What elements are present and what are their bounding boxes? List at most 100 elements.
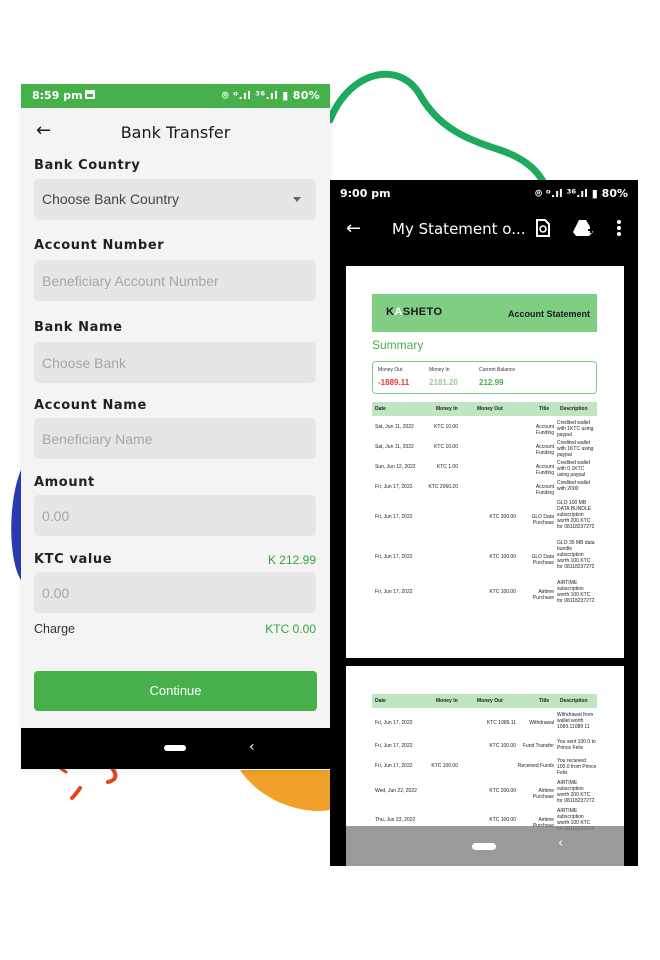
dropdown-arrow-icon [293,197,301,202]
row-money-in: KTC 1.00 [436,464,458,470]
row-title: Fund Transfer [522,742,554,749]
row-date: Fri, Jun 17, 2022 [375,554,413,560]
drive-add-icon[interactable] [573,219,595,237]
status-time: 9:00 pm [340,187,391,200]
money-in-label: Money In [429,367,450,373]
row-description: Credited wallet with 1KTC using paypal [557,420,594,438]
column-header: Title [539,698,550,704]
row-description: Credited wallet with 1KTC using paypal [557,440,594,458]
row-title: Account Funding [535,424,554,436]
row-title: GLO Data Purchase [531,514,554,526]
status-indicators: ⌾ ᵒ.ıl ³⁶.ıl ▮ 80% [535,187,628,200]
row-description: GLO 35 MB data bundle subscription worth… [557,540,595,570]
account-number-field-wrapper [34,260,316,301]
amount-field-wrapper [34,495,316,536]
column-header: Money In [436,698,458,704]
summary-box: Money Out Money In Current Balance -1889… [372,361,597,394]
bank-country-label: Bank Country [34,158,141,173]
row-money-out: KTC 1089.11 [486,719,516,726]
row-money-out: KTC 200.00 [489,788,516,794]
row-title: Withdrawal [529,719,554,726]
row-title: Airtime Purchase [532,788,554,800]
row-money-in: KTC 100.00 [431,763,458,769]
row-date: Fri, Jun 17, 2022 [375,514,413,520]
status-bar: 9:00 pm ⌾ ᵒ.ıl ³⁶.ıl ▮ 80% [330,180,638,206]
amount-input[interactable] [34,495,316,536]
column-header: Description [560,406,588,412]
blue-blob [11,470,21,580]
balance-label: Current Balance [479,367,516,373]
status-time: 8:59 pm [32,89,83,102]
row-title: Received Funds [517,763,554,769]
ktc-value-input[interactable] [34,572,316,613]
row-description: AIRTIME subscription worth 200 KTC for 0… [557,780,595,804]
ktc-value-field-wrapper [34,572,316,613]
ktc-value-label: KTC value [34,552,113,567]
orange-blob [240,770,330,811]
row-money-in: KTC 2060.20 [428,484,458,490]
row-date: Wed, Jun 22, 2022 [375,788,417,794]
row-date: Fri, Jun 17, 2022 [375,742,413,749]
more-options-icon[interactable] [616,219,622,237]
row-money-out: KTC 100.00 [489,817,516,823]
column-header: Title [539,406,550,412]
continue-button[interactable]: Continue [34,671,317,711]
gallery-icon [85,90,95,99]
charge-label: Charge [34,622,75,636]
green-squiggle [326,70,549,189]
row-title: Account Funding [535,444,554,456]
status-bar: 8:59 pm ⌾ ᵒ.ıl ³⁶.ıl ▮ 80% [21,84,330,108]
home-pill-button[interactable] [472,843,496,850]
bank-name-field-wrapper [34,342,316,383]
statement-viewer-screen: 9:00 pm ⌾ ᵒ.ıl ³⁶.ıl ▮ 80% ← My Statemen… [330,180,638,866]
money-out-label: Money Out [378,367,403,373]
column-header: Money Out [477,406,503,412]
search-document-icon[interactable] [535,219,551,237]
column-header: Date [375,406,386,412]
nav-back-icon[interactable]: ‹ [558,836,563,851]
status-indicators: ⌾ ᵒ.ıl ³⁶.ıl ▮ 80% [221,89,320,102]
account-number-label: Account Number [34,238,165,253]
statement-heading: Account Statement [507,309,590,319]
back-arrow-icon[interactable]: ← [346,218,361,239]
page-title: Bank Transfer [120,123,231,142]
row-title: Account Funding [535,484,554,496]
row-title: Account Funding [535,464,554,476]
bank-name-label: Bank Name [34,320,123,335]
bank-country-select[interactable]: Choose Bank Country [34,179,316,220]
row-description: Credited wallet with 0.1KTC using paypal [557,460,591,478]
row-money-out: KTC 200.00 [489,514,516,520]
bank-name-input[interactable] [34,342,316,383]
table-header: Date Money In Money Out Title Descriptio… [372,402,597,416]
row-money-in: KTC 10.00 [434,424,458,430]
account-name-field-wrapper [34,418,316,459]
row-description: GLO 100 MB DATA BUNDLE subscription wort… [557,500,595,530]
row-date: Thu, Jun 23, 2022 [375,817,416,823]
account-name-label: Account Name [34,398,147,413]
row-description: AIRTIME subscription worth 100 KTC for 0… [557,580,595,604]
money-out-value: -1889.11 [378,378,410,387]
account-number-input[interactable] [34,260,316,301]
navigation-bar: ‹ [21,728,330,769]
row-date: Fri, Jun 17, 2022 [375,719,413,726]
red-dash [106,766,118,784]
bank-country-value: Choose Bank Country [42,191,179,207]
row-description: You recieved 100.0 from Prince Felix [557,758,597,776]
row-title: GLO Data Purchase [531,554,554,566]
balance-value: 212.99 [479,378,504,387]
column-header: Money Out [477,698,503,704]
row-date: Fri, Jun 17, 2022 [375,589,413,595]
statement-page-1: KASHETO Account Statement Summary Money … [346,266,624,658]
row-money-out: KTC 100.00 [489,589,516,595]
ktc-balance: K 212.99 [267,553,316,567]
home-pill-button[interactable] [164,745,186,751]
row-money-out: KTC 100.00 [489,554,516,560]
statement-title: My Statement o... [392,220,526,238]
table-header: Date Money In Money Out Title Descriptio… [372,694,597,708]
row-money-in: KTC 10.00 [434,444,458,450]
account-name-input[interactable] [34,418,316,459]
column-header: Date [375,698,386,704]
nav-back-icon[interactable]: ‹ [249,739,255,755]
column-header: Description [560,698,588,704]
row-title: Airtime Purchase [532,589,554,601]
